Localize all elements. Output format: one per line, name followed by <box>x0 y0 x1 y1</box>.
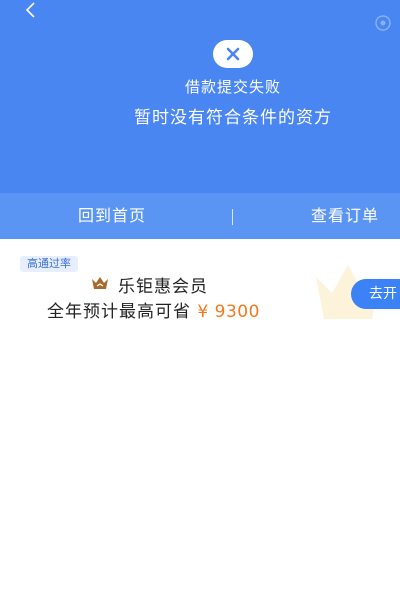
view-orders-button[interactable]: 查看订单 <box>311 193 379 239</box>
approval-rate-badge: 高通过率 <box>20 256 78 272</box>
result-header: 借款提交失败 暂时没有符合条件的资方 <box>0 0 400 193</box>
membership-promo-card[interactable]: 高通过率 乐钜惠会员 全年预计最高可省 ¥ 9300 去开 <box>0 239 400 335</box>
promo-savings-label: 全年预计最高可省 <box>47 302 191 322</box>
chevron-left-icon[interactable] <box>20 0 42 22</box>
status-title: 借款提交失败 <box>184 78 281 96</box>
back-to-home-button[interactable]: 回到首页 <box>78 193 146 239</box>
settings-icon <box>375 15 391 31</box>
promo-savings-amount: ¥ 9300 <box>197 302 260 322</box>
promo-title: 乐钜惠会员 <box>118 277 208 297</box>
close-icon <box>226 47 240 61</box>
action-divider <box>232 209 233 225</box>
promo-savings-text: 全年预计最高可省 ¥ 9300 <box>47 297 260 322</box>
open-membership-button[interactable]: 去开 <box>351 279 400 309</box>
status-description: 暂时没有符合条件的资方 <box>134 108 332 128</box>
loan-result-screen: 借款提交失败 暂时没有符合条件的资方 回到首页 查看订单 高通过率 乐钜惠会员 … <box>0 0 400 600</box>
action-bar: 回到首页 查看订单 <box>0 193 400 239</box>
status-badge <box>213 40 253 68</box>
crown-icon <box>92 277 108 289</box>
